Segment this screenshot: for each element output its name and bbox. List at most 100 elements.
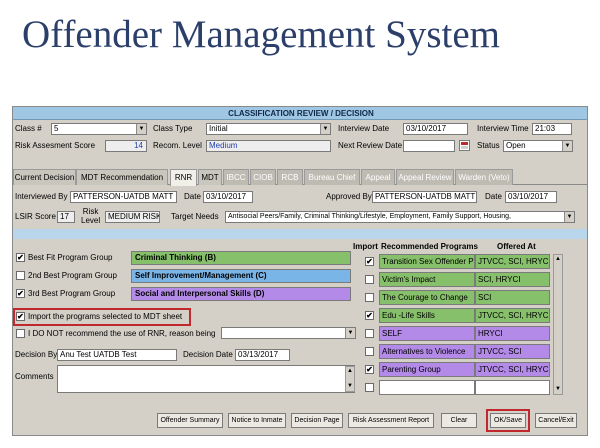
chevron-down-icon[interactable]: ▼ bbox=[345, 328, 355, 338]
class-type-label: Class Type bbox=[153, 124, 193, 133]
best-fit-program[interactable]: Criminal Thinking (B) bbox=[131, 251, 351, 265]
approved-by-label: Approved By bbox=[326, 192, 372, 201]
risk-level-label: Risk Level bbox=[81, 207, 100, 225]
notice-to-inmate-button[interactable]: Notice to Inmate bbox=[228, 413, 286, 428]
tab-appeal[interactable]: Appeal bbox=[361, 169, 395, 185]
rec-checkbox[interactable]: ✔ bbox=[365, 257, 374, 266]
best-fit-label: Best Fit Program Group bbox=[28, 253, 113, 262]
decision-by-field[interactable]: Anu Test UATDB Test bbox=[57, 349, 177, 361]
rec-checkbox[interactable] bbox=[365, 329, 374, 338]
calendar-icon[interactable] bbox=[459, 140, 470, 151]
chevron-down-icon[interactable]: ▼ bbox=[136, 124, 146, 134]
rec-checkbox[interactable]: ✔ bbox=[365, 311, 374, 320]
clear-button[interactable]: Clear bbox=[441, 413, 477, 428]
cancel-exit-button[interactable]: Cancel/Exit bbox=[535, 413, 577, 428]
rec-offered-at: JTVCC, SCI, HRYCI bbox=[475, 254, 550, 269]
chevron-down-icon[interactable]: ▼ bbox=[564, 212, 574, 222]
ok-save-button[interactable]: OK/Save bbox=[490, 413, 526, 428]
reason-select[interactable]: ▼ bbox=[221, 327, 356, 339]
comments-label: Comments bbox=[15, 372, 54, 381]
class-number-value: 5 bbox=[54, 124, 59, 133]
section-band bbox=[13, 229, 587, 239]
decision-page-button[interactable]: Decision Page bbox=[291, 413, 343, 428]
risk-assessment-report-button[interactable]: Risk Assessment Report bbox=[348, 413, 434, 428]
rec-checkbox[interactable] bbox=[365, 347, 374, 356]
tab-ciob[interactable]: CIOB bbox=[250, 169, 276, 185]
rec-program[interactable] bbox=[379, 380, 475, 395]
tab-warden-veto[interactable]: Warden (Veto) bbox=[455, 169, 513, 185]
rec-program[interactable]: The Courage to Change bbox=[379, 290, 475, 305]
rec-program[interactable]: Edu -Life Skills bbox=[379, 308, 475, 323]
chevron-down-icon[interactable]: ▼ bbox=[320, 124, 330, 134]
rec-checkbox[interactable] bbox=[365, 275, 374, 284]
risk-level-label-line1: Risk bbox=[82, 207, 99, 216]
comments-textarea[interactable] bbox=[57, 365, 355, 393]
interview-time-field[interactable]: 21:03 bbox=[532, 123, 572, 135]
scroll-down-icon[interactable]: ▼ bbox=[346, 382, 354, 391]
class-type-select[interactable]: Initial ▼ bbox=[206, 123, 331, 135]
window-header: CLASSIFICATION REVIEW / DECISION bbox=[13, 107, 587, 120]
recom-level-label: Recom. Level bbox=[153, 141, 202, 150]
tab-mdt[interactable]: MDT bbox=[198, 169, 222, 185]
status-select[interactable]: Open ▼ bbox=[503, 140, 573, 152]
rec-program[interactable]: SELF bbox=[379, 326, 475, 341]
tab-current-decision[interactable]: Current Decision bbox=[13, 169, 76, 185]
second-best-label: 2nd Best Program Group bbox=[28, 271, 117, 280]
comments-scrollbar[interactable]: ▲ ▼ bbox=[345, 366, 355, 392]
risk-score-field: 14 bbox=[105, 140, 147, 152]
rec-checkbox[interactable] bbox=[365, 383, 374, 392]
rec-program[interactable]: Victim's Impact bbox=[379, 272, 475, 287]
best-fit-checkbox[interactable]: ✔ bbox=[16, 253, 25, 262]
next-review-label: Next Review Date bbox=[338, 141, 403, 150]
scroll-up-icon[interactable]: ▲ bbox=[554, 255, 562, 264]
interview-time-label: Interview Time bbox=[477, 124, 529, 133]
offender-summary-button[interactable]: Offender Summary bbox=[157, 413, 223, 428]
next-review-field[interactable] bbox=[403, 140, 455, 152]
second-best-checkbox[interactable] bbox=[16, 271, 25, 280]
decision-by-label: Decision By bbox=[15, 350, 58, 359]
decision-date-field[interactable]: 03/13/2017 bbox=[235, 349, 290, 361]
third-best-checkbox[interactable]: ✔ bbox=[16, 289, 25, 298]
col-import: Import bbox=[353, 242, 378, 251]
tab-mdt-recommendation[interactable]: MDT Recommendation bbox=[76, 169, 168, 185]
class-number-select[interactable]: 5 ▼ bbox=[51, 123, 147, 135]
risk-level-label-line2: Level bbox=[81, 216, 101, 225]
approved-date-field[interactable]: 03/10/2017 bbox=[505, 191, 557, 203]
rec-program[interactable]: Alternatives to Violence bbox=[379, 344, 475, 359]
tab-appeal-review[interactable]: Appeal Review bbox=[396, 169, 454, 185]
tab-ibcc[interactable]: IBCC bbox=[223, 169, 249, 185]
rec-offered-at: JTVCC, SCI bbox=[475, 344, 550, 359]
scroll-down-icon[interactable]: ▼ bbox=[554, 385, 562, 394]
rec-program[interactable]: Transition Sex Offender Pr bbox=[379, 254, 475, 269]
tab-rnr[interactable]: RNR bbox=[170, 169, 197, 186]
import-programs-checkbox[interactable]: ✔ bbox=[16, 312, 25, 321]
approved-by-field[interactable]: PATTERSON-UATDB MATT bbox=[372, 191, 477, 203]
target-needs-select[interactable]: Antisocial Peers/Family, Criminal Thinki… bbox=[225, 211, 575, 223]
classification-window: CLASSIFICATION REVIEW / DECISION Class #… bbox=[12, 106, 588, 436]
second-best-program[interactable]: Self Improvement/Management (C) bbox=[131, 269, 351, 283]
recommended-scrollbar[interactable]: ▲ ▼ bbox=[553, 254, 563, 395]
recom-level-field: Medium bbox=[206, 140, 331, 152]
rec-offered-at: SCI, HRYCI bbox=[475, 272, 550, 287]
interview-date-field-rnr[interactable]: 03/10/2017 bbox=[203, 191, 253, 203]
target-needs-label: Target Needs bbox=[171, 212, 219, 221]
third-best-program[interactable]: Social and Interpersonal Skills (D) bbox=[131, 287, 351, 301]
class-number-label: Class # bbox=[15, 124, 42, 133]
do-not-recommend-label: I DO NOT recommend the use of RNR, reaso… bbox=[28, 329, 216, 338]
tab-bureau-chief[interactable]: Bureau Chief bbox=[304, 169, 360, 185]
scroll-up-icon[interactable]: ▲ bbox=[346, 367, 354, 376]
interviewed-by-field[interactable]: PATTERSON-UATDB MATT bbox=[70, 191, 177, 203]
interview-date-label: Interview Date bbox=[338, 124, 390, 133]
do-not-recommend-checkbox[interactable] bbox=[16, 329, 25, 338]
rec-program[interactable]: Parenting Group bbox=[379, 362, 475, 377]
interview-date-field[interactable]: 03/10/2017 bbox=[403, 123, 468, 135]
lsir-score-label: LSIR Score bbox=[15, 212, 56, 221]
rec-checkbox[interactable]: ✔ bbox=[365, 365, 374, 374]
decision-date-label: Decision Date bbox=[183, 350, 233, 359]
tab-rcb[interactable]: RCB bbox=[277, 169, 303, 185]
import-programs-label: Import the programs selected to MDT shee… bbox=[28, 312, 183, 321]
rec-checkbox[interactable] bbox=[365, 293, 374, 302]
rec-offered-at: JTVCC, SCI, HRYCI bbox=[475, 362, 550, 377]
approved-date-label: Date bbox=[485, 192, 502, 201]
chevron-down-icon[interactable]: ▼ bbox=[562, 141, 572, 151]
